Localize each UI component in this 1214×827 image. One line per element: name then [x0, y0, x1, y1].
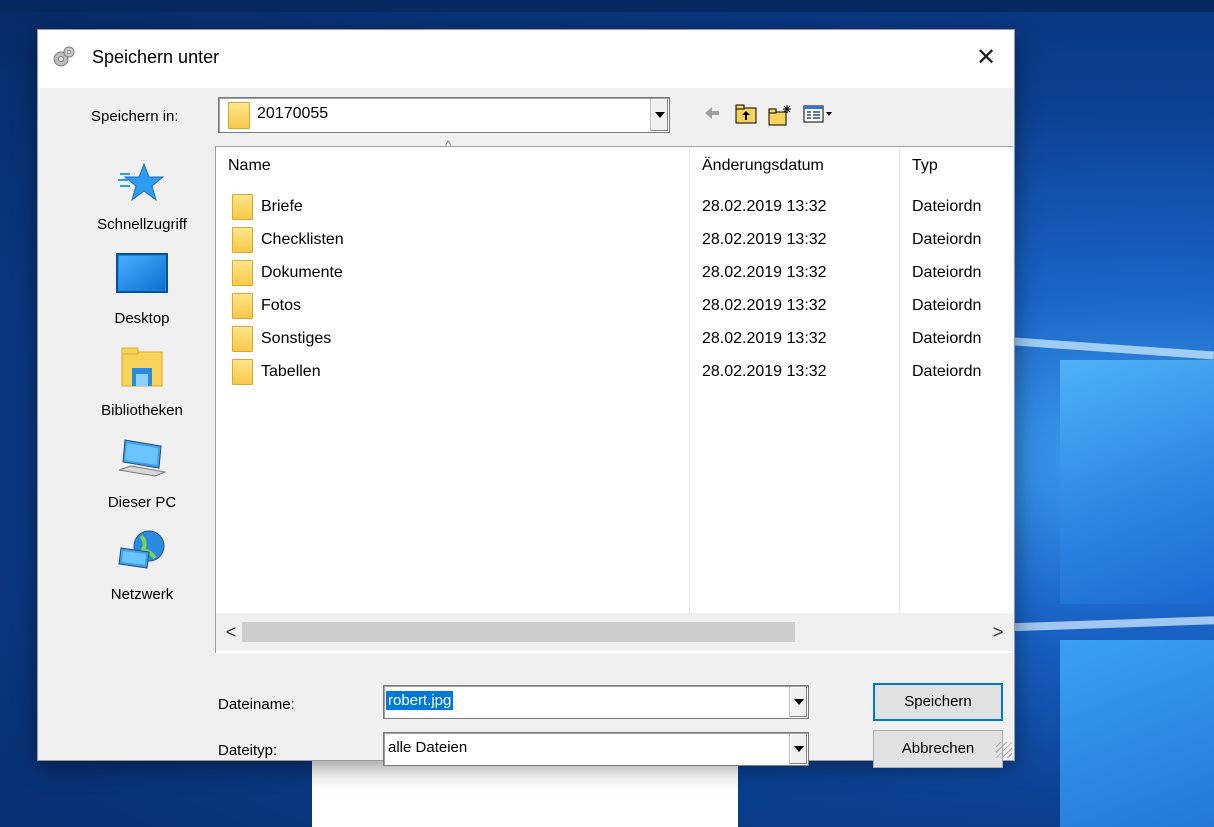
computer-icon — [118, 439, 167, 477]
place-libraries[interactable]: Bibliotheken — [70, 344, 214, 426]
file-row[interactable]: Sonstiges 28.02.2019 13:32 Dateiordn — [216, 323, 1013, 355]
file-name: Checklisten — [261, 231, 344, 248]
file-type: Dateiordn — [912, 330, 982, 347]
scrollbar-thumb[interactable] — [242, 622, 795, 642]
horizontal-scrollbar[interactable]: < > — [216, 613, 1013, 651]
save-button[interactable]: Speichern — [873, 683, 1003, 721]
file-type: Dateiordn — [912, 297, 982, 314]
place-label: Bibliotheken — [101, 402, 183, 419]
dropdown-arrow-icon[interactable] — [789, 687, 807, 717]
file-list[interactable]: ^ Name Änderungsdatum Typ Briefe 28.02.2… — [215, 137, 1013, 653]
column-header-type[interactable]: Typ — [912, 147, 938, 185]
place-network[interactable]: Netzwerk — [70, 528, 214, 610]
title-bar[interactable]: Speichern unter ✕ — [38, 30, 1014, 88]
file-row[interactable]: Checklisten 28.02.2019 13:32 Dateiordn — [216, 224, 1013, 256]
sort-indicator: ^ — [445, 137, 452, 153]
folder-icon — [232, 326, 253, 352]
back-button[interactable] — [700, 104, 724, 126]
view-menu-button[interactable] — [802, 104, 836, 126]
column-header-name[interactable]: Name — [228, 147, 271, 185]
column-header-date[interactable]: Änderungsdatum — [702, 147, 824, 185]
places-bar: Schnellzugriff Desktop Bibliotheken Dies… — [70, 148, 214, 628]
wallpaper-pane — [1060, 640, 1214, 827]
save-in-dropdown[interactable]: 20170055 — [218, 97, 670, 133]
filetype-dropdown[interactable]: alle Dateien — [383, 732, 809, 766]
file-row[interactable]: Briefe 28.02.2019 13:32 Dateiordn — [216, 191, 1013, 223]
file-date: 28.02.2019 13:32 — [702, 330, 827, 347]
file-type: Dateiordn — [912, 231, 982, 248]
dropdown-arrow-icon[interactable] — [789, 734, 807, 764]
file-type: Dateiordn — [912, 198, 982, 215]
save-as-dialog: Speichern unter ✕ Speichern in: 20170055 — [38, 30, 1014, 768]
file-name: Tabellen — [261, 363, 321, 380]
resize-grip-icon[interactable] — [996, 742, 1012, 758]
filetype-label: Dateityp: — [218, 742, 278, 759]
save-in-label: Speichern in: — [91, 108, 179, 125]
folder-icon — [232, 227, 253, 253]
view-menu-icon — [803, 105, 832, 123]
gear-icon — [53, 46, 75, 67]
dropdown-arrow-icon[interactable] — [650, 99, 668, 131]
filename-field[interactable]: robert.jpg — [383, 685, 809, 719]
file-date: 28.02.2019 13:32 — [702, 198, 827, 215]
background-window — [312, 760, 738, 827]
place-desktop[interactable]: Desktop — [70, 252, 214, 334]
new-folder-icon — [768, 105, 791, 126]
file-name: Fotos — [261, 297, 302, 314]
file-type: Dateiordn — [912, 363, 982, 380]
place-label: Dieser PC — [107, 494, 177, 511]
file-date: 28.02.2019 13:32 — [702, 363, 827, 380]
libraries-icon — [121, 347, 163, 387]
folder-icon — [232, 194, 253, 220]
star-icon — [118, 162, 165, 202]
filetype-value: alle Dateien — [388, 739, 468, 756]
place-this-pc[interactable]: Dieser PC — [70, 436, 214, 518]
file-date: 28.02.2019 13:32 — [702, 231, 827, 248]
file-name: Briefe — [261, 198, 303, 215]
save-in-value: 20170055 — [257, 105, 329, 122]
file-row[interactable]: Fotos 28.02.2019 13:32 Dateiordn — [216, 290, 1013, 322]
place-label: Desktop — [114, 310, 170, 327]
folder-icon — [228, 102, 250, 129]
new-folder-button[interactable] — [768, 104, 792, 126]
cancel-button[interactable]: Abbrechen — [873, 730, 1003, 768]
close-icon: ✕ — [975, 44, 997, 71]
dialog-title: Speichern unter — [92, 47, 220, 67]
folder-icon — [232, 359, 253, 385]
wallpaper-pane — [1060, 360, 1214, 604]
file-row[interactable]: Tabellen 28.02.2019 13:32 Dateiordn — [216, 356, 1013, 388]
place-label: Schnellzugriff — [97, 216, 187, 233]
place-label: Netzwerk — [110, 586, 174, 603]
desktop-icon — [116, 253, 168, 293]
file-name: Sonstiges — [261, 330, 332, 347]
network-icon — [118, 530, 165, 569]
folder-up-icon — [735, 104, 757, 124]
file-date: 28.02.2019 13:32 — [702, 297, 827, 314]
filename-selected-text: robert.jpg — [386, 691, 454, 710]
place-quick-access[interactable]: Schnellzugriff — [70, 158, 214, 240]
filename-label: Dateiname: — [218, 696, 295, 713]
file-type: Dateiordn — [912, 264, 982, 281]
folder-icon — [232, 293, 253, 319]
folder-icon — [232, 260, 253, 286]
file-row[interactable]: Dokumente 28.02.2019 13:32 Dateiordn — [216, 257, 1013, 289]
back-arrow-icon — [705, 107, 719, 119]
up-folder-button[interactable] — [734, 104, 758, 126]
desktop-top-strip — [0, 0, 1214, 12]
file-name: Dokumente — [261, 264, 343, 281]
close-button[interactable]: ✕ — [968, 42, 1004, 74]
file-date: 28.02.2019 13:32 — [702, 264, 827, 281]
scroll-right-icon[interactable]: > — [983, 613, 1013, 651]
